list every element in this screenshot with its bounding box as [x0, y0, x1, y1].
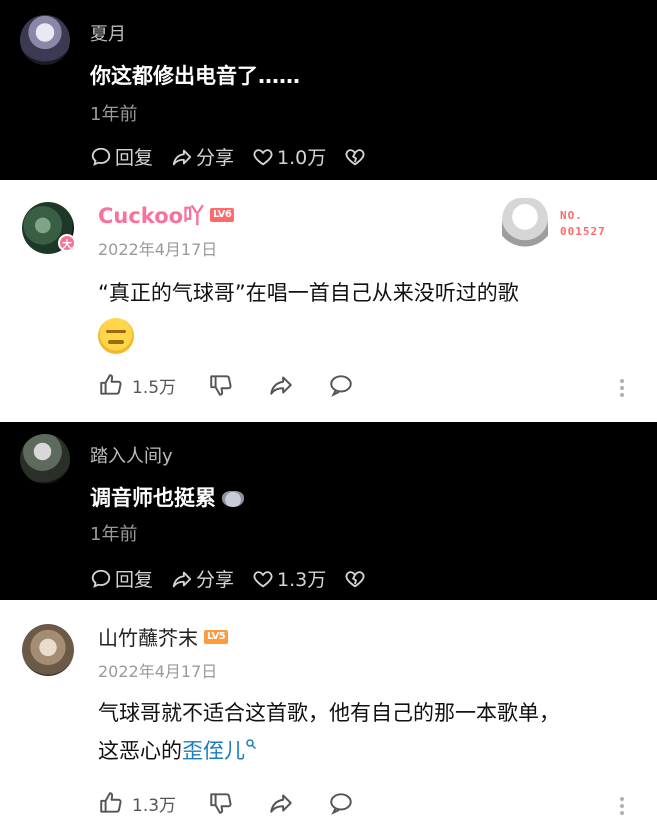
comment-text: 调音师也挺累 [90, 482, 244, 512]
cat-emoji-icon [222, 491, 244, 507]
comment-actions: 1.5万 [98, 372, 388, 398]
more-options-icon[interactable] [618, 376, 626, 400]
username-text: Cuckoo吖 [98, 204, 205, 228]
dislike-button[interactable] [344, 146, 366, 168]
share-arrow-icon [172, 571, 192, 587]
reply-button[interactable]: 回复 [90, 565, 153, 592]
comment-text: 你这都修出电音了…… [90, 64, 300, 88]
comment-card-2: 大 Cuckoo吖 LV6 2022年4月17日 NO. 001527 “真正的… [0, 180, 657, 422]
fan-medal: NO. 001527 [498, 196, 618, 256]
thumbs-up-icon [100, 374, 122, 395]
big-member-badge: 大 [58, 234, 76, 252]
avatar[interactable] [22, 624, 74, 676]
comment-card-3: 踏入人间y 调音师也挺累 1年前 回复 分享 1.3万 [0, 422, 657, 600]
avatar[interactable] [20, 434, 70, 484]
broken-heart-icon [345, 570, 365, 587]
chat-bubble-icon [91, 147, 111, 166]
heart-icon [253, 570, 273, 587]
reply-button[interactable]: 回复 [90, 143, 153, 170]
reply-label: 回复 [115, 569, 154, 591]
username[interactable]: Cuckoo吖 LV6 [98, 200, 235, 230]
comment-text: 气球哥就不适合这首歌，他有自己的那一本歌单， 这恶心的歪侄儿 [98, 701, 560, 763]
like-count: 1.5万 [132, 377, 177, 398]
comment-actions: 回复 分享 1.3万 [90, 565, 366, 592]
like-count: 1.3万 [132, 795, 177, 816]
thumbs-down-icon[interactable] [208, 372, 234, 398]
comment-date: 2022年4月17日 [98, 662, 218, 681]
chat-bubble-icon [91, 569, 111, 588]
share-arrow-icon [172, 149, 192, 165]
laughing-emoji-icon [98, 318, 134, 354]
chat-bubble-icon[interactable] [328, 790, 354, 816]
username[interactable]: 踏入人间y [90, 442, 173, 468]
share-label: 分享 [196, 569, 235, 591]
comment-card-1: 夏月 你这都修出电音了…… 1年前 回复 分享 1.0万 [0, 0, 657, 180]
character-figure-icon [502, 198, 548, 252]
comment-card-4: 山竹蘸芥末 LV5 2022年4月17日 气球哥就不适合这首歌，他有自己的那一本… [0, 600, 657, 827]
comment-date: 2022年4月17日 [98, 240, 218, 259]
level-badge: LV6 [210, 208, 235, 222]
username[interactable]: 夏月 [90, 20, 126, 46]
share-button[interactable]: 分享 [171, 143, 234, 170]
username-text: 山竹蘸芥末 [98, 626, 198, 650]
comment-actions: 回复 分享 1.0万 [90, 143, 366, 170]
broken-heart-icon [345, 148, 365, 165]
share-arrow-icon[interactable] [268, 790, 294, 816]
share-arrow-icon[interactable] [268, 372, 294, 398]
fan-number: NO. 001527 [560, 209, 606, 238]
avatar[interactable] [20, 15, 70, 65]
like-count: 1.3万 [277, 569, 327, 591]
comment-time: 1年前 [90, 524, 138, 545]
like-count: 1.0万 [277, 147, 327, 169]
chat-bubble-icon[interactable] [328, 372, 354, 398]
share-button[interactable]: 分享 [171, 565, 234, 592]
thumbs-up-icon [100, 792, 122, 813]
search-link[interactable]: 歪侄儿 [182, 739, 257, 763]
level-badge: LV5 [204, 629, 229, 644]
like-button[interactable]: 1.3万 [252, 565, 326, 592]
share-label: 分享 [196, 147, 235, 169]
more-options-icon[interactable] [618, 794, 626, 818]
thumbs-down-icon[interactable] [208, 790, 234, 816]
reply-label: 回复 [115, 147, 154, 169]
like-button[interactable]: 1.0万 [252, 143, 326, 170]
like-button[interactable]: 1.3万 [98, 790, 208, 816]
comment-text: “真正的气球哥”在唱一首自己从来没听过的歌 [98, 281, 519, 305]
dislike-button[interactable] [344, 568, 366, 590]
comment-time: 1年前 [90, 104, 138, 125]
search-icon [246, 739, 257, 750]
username[interactable]: 山竹蘸芥末 LV5 [98, 622, 229, 651]
like-button[interactable]: 1.5万 [98, 372, 208, 398]
comment-actions: 1.3万 [98, 790, 388, 816]
heart-icon [253, 148, 273, 165]
